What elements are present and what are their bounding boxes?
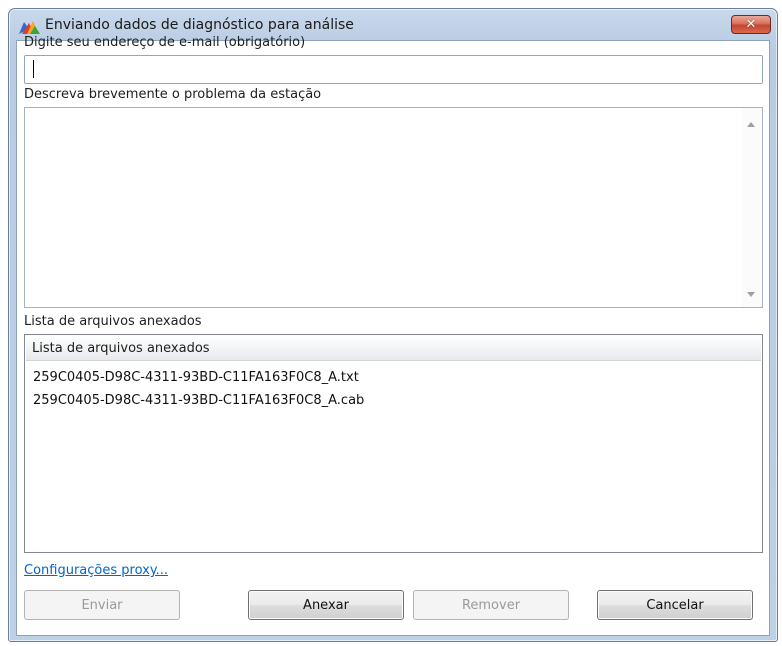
email-field[interactable] xyxy=(24,55,763,84)
attachments-column-header[interactable]: Lista de arquivos anexados xyxy=(26,336,761,361)
attach-button[interactable]: Anexar xyxy=(248,590,404,620)
email-label: Digite seu endereço de e-mail (obrigatór… xyxy=(24,35,306,50)
attachments-label: Lista de arquivos anexados xyxy=(24,314,202,329)
scroll-up-arrow-icon[interactable] xyxy=(747,122,755,127)
close-button[interactable]: ✕ xyxy=(731,15,771,34)
close-icon: ✕ xyxy=(745,17,757,32)
proxy-settings-link[interactable]: Configurações proxy... xyxy=(24,563,168,578)
description-field[interactable] xyxy=(25,108,740,307)
scroll-down-arrow-icon[interactable] xyxy=(747,292,755,297)
avg-logo-icon xyxy=(19,21,40,34)
remove-button[interactable]: Remover xyxy=(413,590,569,620)
description-scrollbar[interactable] xyxy=(742,108,762,307)
description-label: Descreva brevemente o problema da estaçã… xyxy=(24,87,322,102)
attachment-file-item[interactable]: 259C0405-D98C-4311-93BD-C11FA163F0C8_A.t… xyxy=(33,370,359,385)
description-box xyxy=(24,107,763,308)
window-title: Enviando dados de diagnóstico para análi… xyxy=(45,17,354,33)
text-caret xyxy=(33,60,34,78)
attachment-file-item[interactable]: 259C0405-D98C-4311-93BD-C11FA163F0C8_A.c… xyxy=(33,393,364,408)
cancel-button[interactable]: Cancelar xyxy=(597,590,753,620)
send-button[interactable]: Enviar xyxy=(24,590,180,620)
attachments-list[interactable]: Lista de arquivos anexados 259C0405-D98C… xyxy=(24,334,763,553)
